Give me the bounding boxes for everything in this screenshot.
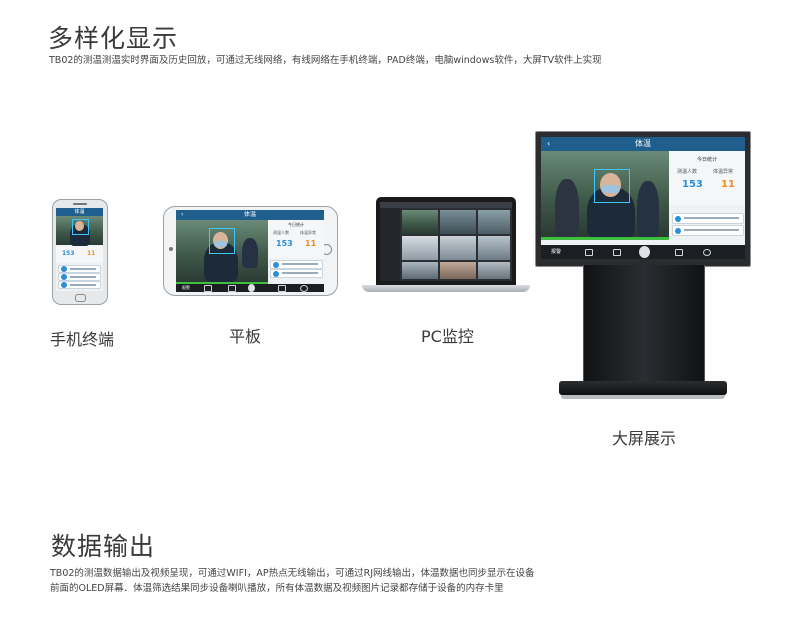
phone-device: 体温 153 11 xyxy=(52,199,108,305)
tv-stand-column xyxy=(583,265,705,385)
tv-detect-box xyxy=(594,169,630,203)
laptop-video-2 xyxy=(440,210,476,234)
laptop-video-3 xyxy=(478,210,510,234)
section-desc-output-line2: 前面的OLED屏幕．体温筛选结果同步设备喇叭播放，所有体温数据及视频图片记录都存… xyxy=(50,583,504,594)
tablet-abnormal-value: 11 xyxy=(305,239,317,248)
tablet-abnormal-label: 体温异常 xyxy=(300,230,316,235)
tablet-person-bg xyxy=(242,238,258,268)
phone-record-1[interactable] xyxy=(58,265,101,273)
tablet-device: ‹ 体温 今日统计 测温人数 体温异常 153 11 报警 xyxy=(163,206,338,296)
tablet-count-label: 测温人数 xyxy=(273,230,289,235)
tv-stand-base xyxy=(559,381,727,395)
tv-green-strip xyxy=(541,237,669,240)
tablet-screen: ‹ 体温 今日统计 测温人数 体温异常 153 11 报警 xyxy=(176,210,324,292)
laptop-video-1 xyxy=(402,210,438,234)
tv-caption: 大屏展示 xyxy=(612,429,677,448)
laptop-video-8 xyxy=(440,262,476,279)
tv-record-1[interactable] xyxy=(672,213,744,224)
tv-screen: ‹ 体温 今日统计 测温人数 体温异常 153 11 报警 xyxy=(541,137,745,259)
section-title-output: 数据输出 xyxy=(51,532,156,561)
phone-speaker xyxy=(73,203,87,205)
tv-bezel: ‹ 体温 今日统计 测温人数 体温异常 153 11 报警 xyxy=(535,131,751,267)
tv-title: 体温 xyxy=(635,139,651,148)
tablet-back-icon[interactable]: ‹ xyxy=(181,210,183,220)
phone-camera-feed xyxy=(56,216,103,246)
tablet-alarm-button[interactable]: 报警 xyxy=(182,285,190,291)
tablet-zoom-icon[interactable] xyxy=(300,285,308,292)
tv-abnormal-value: 11 xyxy=(721,179,735,190)
tablet-video-icon[interactable] xyxy=(278,285,286,292)
phone-stats: 153 11 xyxy=(56,246,103,263)
phone-caption: 手机终端 xyxy=(50,330,115,349)
tablet-mute-icon[interactable] xyxy=(228,285,236,292)
tv-count-value: 153 xyxy=(682,179,703,190)
laptop-screen xyxy=(380,202,512,281)
section-title-display: 多样化显示 xyxy=(48,24,179,53)
laptop-video-4 xyxy=(402,236,438,260)
tv-today-label: 今日统计 xyxy=(697,157,718,163)
tv-abnormal-label: 体温异常 xyxy=(713,169,734,175)
tablet-record-1[interactable] xyxy=(270,260,323,269)
tv-alarm-button[interactable]: 报警 xyxy=(551,248,561,255)
tv-stand-plate xyxy=(561,395,725,399)
laptop-sidebar xyxy=(380,208,400,281)
laptop-device xyxy=(362,197,530,297)
pc-caption: PC监控 xyxy=(421,327,474,346)
section-desc-output-line1: TB02的测温数据输出及视频呈现，可通过WIFI，AP热点无线输出，可通过RJ网… xyxy=(50,568,535,579)
tv-mic-icon[interactable] xyxy=(639,246,650,258)
laptop-lid xyxy=(376,197,516,285)
phone-home-button[interactable] xyxy=(75,294,86,302)
phone-record-2[interactable] xyxy=(58,273,101,281)
tablet-caption: 平板 xyxy=(229,327,262,346)
tablet-mic-icon[interactable] xyxy=(248,284,255,292)
tablet-camera-dot xyxy=(169,247,173,251)
tv-count-label: 测温人数 xyxy=(677,169,698,175)
phone-abnormal: 11 xyxy=(87,250,96,257)
tablet-footer: 报警 xyxy=(176,284,324,292)
tv-record-2[interactable] xyxy=(672,225,744,236)
section-desc-display: TB02的测温测温实时界面及历史回放，可通过无线网络，有线网络在手机终端，PAD… xyxy=(49,55,602,66)
tv-camera-feed xyxy=(541,151,669,239)
tv-person-right xyxy=(637,181,659,237)
phone-detect-box xyxy=(72,219,89,235)
tv-person-left xyxy=(555,179,579,237)
tv-kiosk: ‹ 体温 今日统计 测温人数 体温异常 153 11 报警 xyxy=(535,131,751,421)
laptop-video-5 xyxy=(440,236,476,260)
tablet-detect-box xyxy=(209,228,235,254)
tablet-title-bar: ‹ 体温 xyxy=(176,210,324,220)
tablet-camera-icon[interactable] xyxy=(204,285,212,292)
tv-zoom-icon[interactable] xyxy=(703,249,711,256)
tv-back-icon[interactable]: ‹ xyxy=(547,137,550,151)
tablet-today-label: 今日统计 xyxy=(288,222,304,227)
tablet-record-2[interactable] xyxy=(270,269,323,278)
phone-screen: 体温 153 11 xyxy=(56,208,103,291)
laptop-base xyxy=(362,285,530,292)
laptop-video-6 xyxy=(478,236,510,260)
tablet-title: 体温 xyxy=(243,211,256,218)
phone-record-3[interactable] xyxy=(58,281,101,289)
tablet-stats: 今日统计 测温人数 体温异常 153 11 xyxy=(268,220,324,258)
phone-title-bar: 体温 xyxy=(56,208,103,216)
laptop-video-9 xyxy=(478,262,510,279)
phone-count: 153 xyxy=(62,250,75,257)
tv-title-bar: ‹ 体温 xyxy=(541,137,745,151)
tv-stats: 今日统计 测温人数 体温异常 153 11 xyxy=(669,151,745,205)
tablet-count-value: 153 xyxy=(276,239,293,248)
tv-video-icon[interactable] xyxy=(675,249,683,256)
tv-footer: 报警 xyxy=(541,245,745,259)
tv-mute-icon[interactable] xyxy=(613,249,621,256)
tablet-camera-feed xyxy=(176,220,268,282)
laptop-video-7 xyxy=(402,262,438,279)
tv-camera-icon[interactable] xyxy=(585,249,593,256)
